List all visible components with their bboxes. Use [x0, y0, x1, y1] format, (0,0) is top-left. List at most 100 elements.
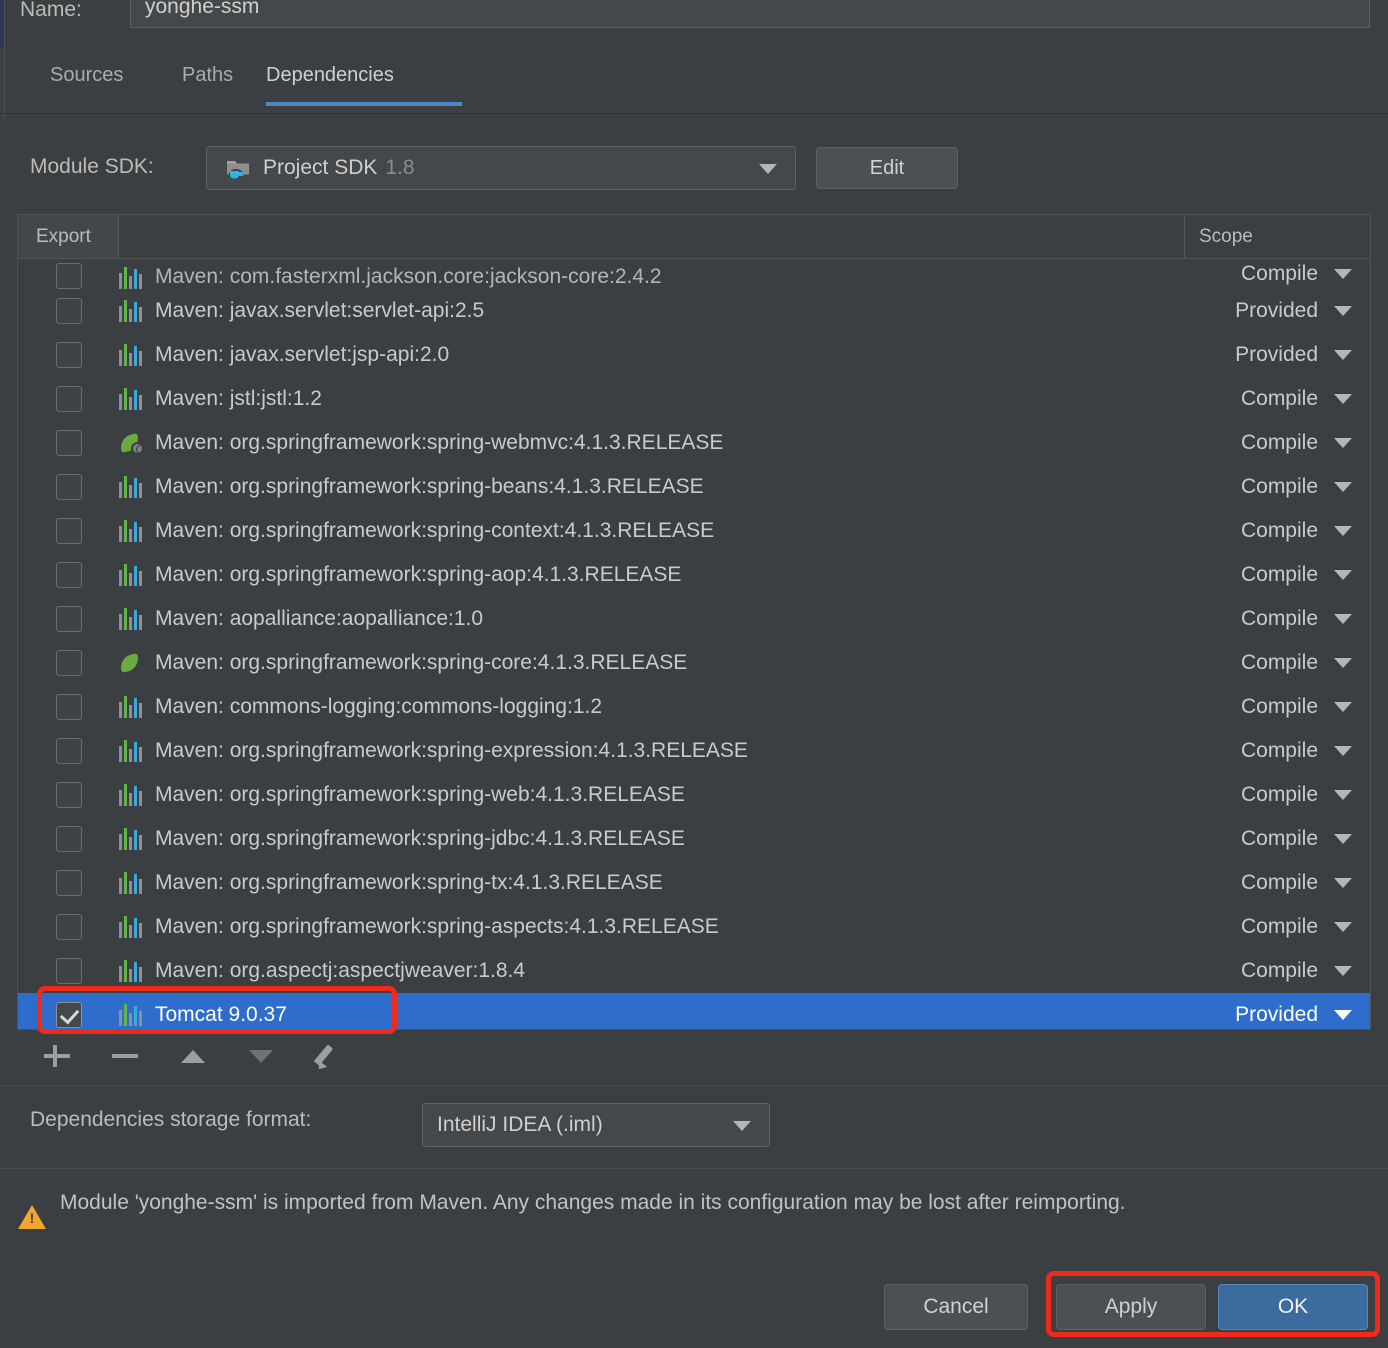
- table-row[interactable]: Maven: jstl:jstl:1.2 Compile: [18, 377, 1370, 421]
- export-checkbox-cell[interactable]: [18, 518, 119, 544]
- export-checkbox-cell[interactable]: [18, 826, 119, 852]
- export-checkbox-cell[interactable]: [18, 430, 119, 456]
- table-row[interactable]: Maven: org.springframework:spring-beans:…: [18, 465, 1370, 509]
- export-checkbox[interactable]: [55, 386, 82, 412]
- table-row[interactable]: Maven: com.fasterxml.jackson.core:jackso…: [18, 259, 1370, 289]
- scope-dropdown[interactable]: Compile: [1184, 553, 1370, 597]
- plus-icon[interactable]: [42, 1041, 72, 1071]
- export-checkbox[interactable]: [55, 958, 82, 984]
- scope-dropdown[interactable]: Compile: [1184, 729, 1370, 773]
- apply-button[interactable]: Apply: [1056, 1284, 1206, 1330]
- export-checkbox-cell[interactable]: [18, 870, 119, 896]
- module-name-input[interactable]: yonghe-ssm: [130, 0, 1370, 28]
- table-row[interactable]: Maven: org.springframework:spring-aop:4.…: [18, 553, 1370, 597]
- scope-dropdown[interactable]: Provided: [1184, 289, 1370, 333]
- table-row[interactable]: Maven: org.springframework:spring-webmvc…: [18, 421, 1370, 465]
- table-row[interactable]: Maven: commons-logging:commons-logging:1…: [18, 685, 1370, 729]
- edit-sdk-button[interactable]: Edit: [816, 147, 958, 189]
- warning-triangle-icon: [18, 1202, 48, 1232]
- export-checkbox-cell[interactable]: [18, 342, 119, 368]
- export-checkbox[interactable]: [55, 342, 82, 368]
- scope-dropdown[interactable]: Compile: [1184, 509, 1370, 553]
- export-checkbox[interactable]: [55, 826, 82, 852]
- dependency-name: Maven: aopalliance:aopalliance:1.0: [155, 607, 484, 630]
- scope-dropdown[interactable]: Compile: [1184, 685, 1370, 729]
- export-checkbox[interactable]: [55, 914, 82, 940]
- ok-button[interactable]: OK: [1218, 1284, 1368, 1330]
- tab-paths[interactable]: Paths: [182, 62, 244, 112]
- minus-icon[interactable]: [110, 1041, 140, 1071]
- scope-dropdown[interactable]: Compile: [1184, 465, 1370, 509]
- table-row[interactable]: Maven: aopalliance:aopalliance:1.0 Compil…: [18, 597, 1370, 641]
- scope-dropdown[interactable]: Compile: [1184, 421, 1370, 465]
- module-sdk-version: 1.8: [385, 156, 415, 179]
- folder-java-icon: [225, 155, 251, 181]
- dependency-name: Maven: org.springframework:spring-aspect…: [155, 915, 719, 938]
- storage-format-dropdown[interactable]: IntelliJ IDEA (.iml): [422, 1103, 770, 1147]
- export-checkbox[interactable]: [55, 1002, 82, 1028]
- export-checkbox[interactable]: [55, 694, 82, 720]
- export-checkbox-cell[interactable]: [18, 1002, 119, 1028]
- scope-dropdown[interactable]: Compile: [1184, 817, 1370, 861]
- table-row[interactable]: Maven: org.springframework:spring-jdbc:4…: [18, 817, 1370, 861]
- export-checkbox[interactable]: [55, 263, 82, 289]
- export-checkbox[interactable]: [55, 474, 82, 500]
- export-checkbox-cell[interactable]: [18, 263, 119, 289]
- tab-sources[interactable]: Sources: [50, 62, 134, 112]
- export-checkbox-cell[interactable]: [18, 386, 119, 412]
- chevron-down-icon: [1334, 658, 1352, 668]
- export-checkbox[interactable]: [55, 518, 82, 544]
- table-row[interactable]: Maven: org.springframework:spring-tx:4.1…: [18, 861, 1370, 905]
- table-row[interactable]: Tomcat 9.0.37 Provided: [18, 993, 1370, 1029]
- scope-dropdown[interactable]: Compile: [1184, 641, 1370, 685]
- table-row[interactable]: Maven: org.springframework:spring-expres…: [18, 729, 1370, 773]
- module-sdk-dropdown[interactable]: Project SDK 1.8: [206, 146, 796, 190]
- table-row[interactable]: Maven: org.springframework:spring-contex…: [18, 509, 1370, 553]
- table-row[interactable]: Maven: javax.servlet:jsp-api:2.0 Provided: [18, 333, 1370, 377]
- scope-dropdown[interactable]: Compile: [1184, 773, 1370, 817]
- library-icon: [119, 784, 143, 806]
- table-row[interactable]: Maven: org.springframework:spring-core:4…: [18, 641, 1370, 685]
- export-checkbox[interactable]: [55, 430, 82, 456]
- scope-dropdown[interactable]: Compile: [1184, 905, 1370, 949]
- tab-dependencies[interactable]: Dependencies: [266, 62, 462, 112]
- export-checkbox-cell[interactable]: [18, 694, 119, 720]
- export-checkbox[interactable]: [55, 606, 82, 632]
- maven-import-warning-text: Module 'yonghe-ssm' is imported from Mav…: [60, 1191, 1126, 1214]
- export-checkbox-cell[interactable]: [18, 606, 119, 632]
- export-checkbox[interactable]: [55, 782, 82, 808]
- scope-dropdown[interactable]: Compile: [1184, 861, 1370, 905]
- pencil-icon[interactable]: [314, 1041, 344, 1071]
- scope-dropdown[interactable]: Compile: [1184, 259, 1370, 289]
- export-checkbox[interactable]: [55, 650, 82, 676]
- cancel-button[interactable]: Cancel: [884, 1284, 1028, 1330]
- table-row[interactable]: Maven: org.aspectj:aspectjweaver:1.8.4 Co…: [18, 949, 1370, 993]
- export-checkbox-cell[interactable]: [18, 738, 119, 764]
- export-checkbox-cell[interactable]: [18, 782, 119, 808]
- scope-dropdown[interactable]: Compile: [1184, 377, 1370, 421]
- table-row[interactable]: Maven: org.springframework:spring-web:4.…: [18, 773, 1370, 817]
- scope-value: Compile: [1240, 475, 1318, 498]
- table-row[interactable]: Maven: org.springframework:spring-aspect…: [18, 905, 1370, 949]
- scope-dropdown[interactable]: Provided: [1184, 993, 1370, 1029]
- column-header-scope[interactable]: Scope: [1184, 215, 1370, 258]
- column-header-export[interactable]: Export: [18, 215, 119, 258]
- table-row[interactable]: Maven: javax.servlet:servlet-api:2.5 Prov…: [18, 289, 1370, 333]
- export-checkbox-cell[interactable]: [18, 562, 119, 588]
- export-checkbox[interactable]: [55, 298, 82, 324]
- export-checkbox[interactable]: [55, 562, 82, 588]
- tabs-divider: [0, 113, 1388, 114]
- export-checkbox[interactable]: [55, 738, 82, 764]
- export-checkbox-cell[interactable]: [18, 474, 119, 500]
- scope-dropdown[interactable]: Compile: [1184, 597, 1370, 641]
- scope-dropdown[interactable]: Compile: [1184, 949, 1370, 993]
- storage-format-label: Dependencies storage format:: [30, 1108, 312, 1131]
- arrow-up-icon[interactable]: [178, 1041, 208, 1071]
- export-checkbox-cell[interactable]: [18, 958, 119, 984]
- export-checkbox-cell[interactable]: [18, 914, 119, 940]
- export-checkbox-cell[interactable]: [18, 298, 119, 324]
- export-checkbox-cell[interactable]: [18, 650, 119, 676]
- arrow-down-icon[interactable]: [246, 1041, 276, 1071]
- export-checkbox[interactable]: [55, 870, 82, 896]
- scope-dropdown[interactable]: Provided: [1184, 333, 1370, 377]
